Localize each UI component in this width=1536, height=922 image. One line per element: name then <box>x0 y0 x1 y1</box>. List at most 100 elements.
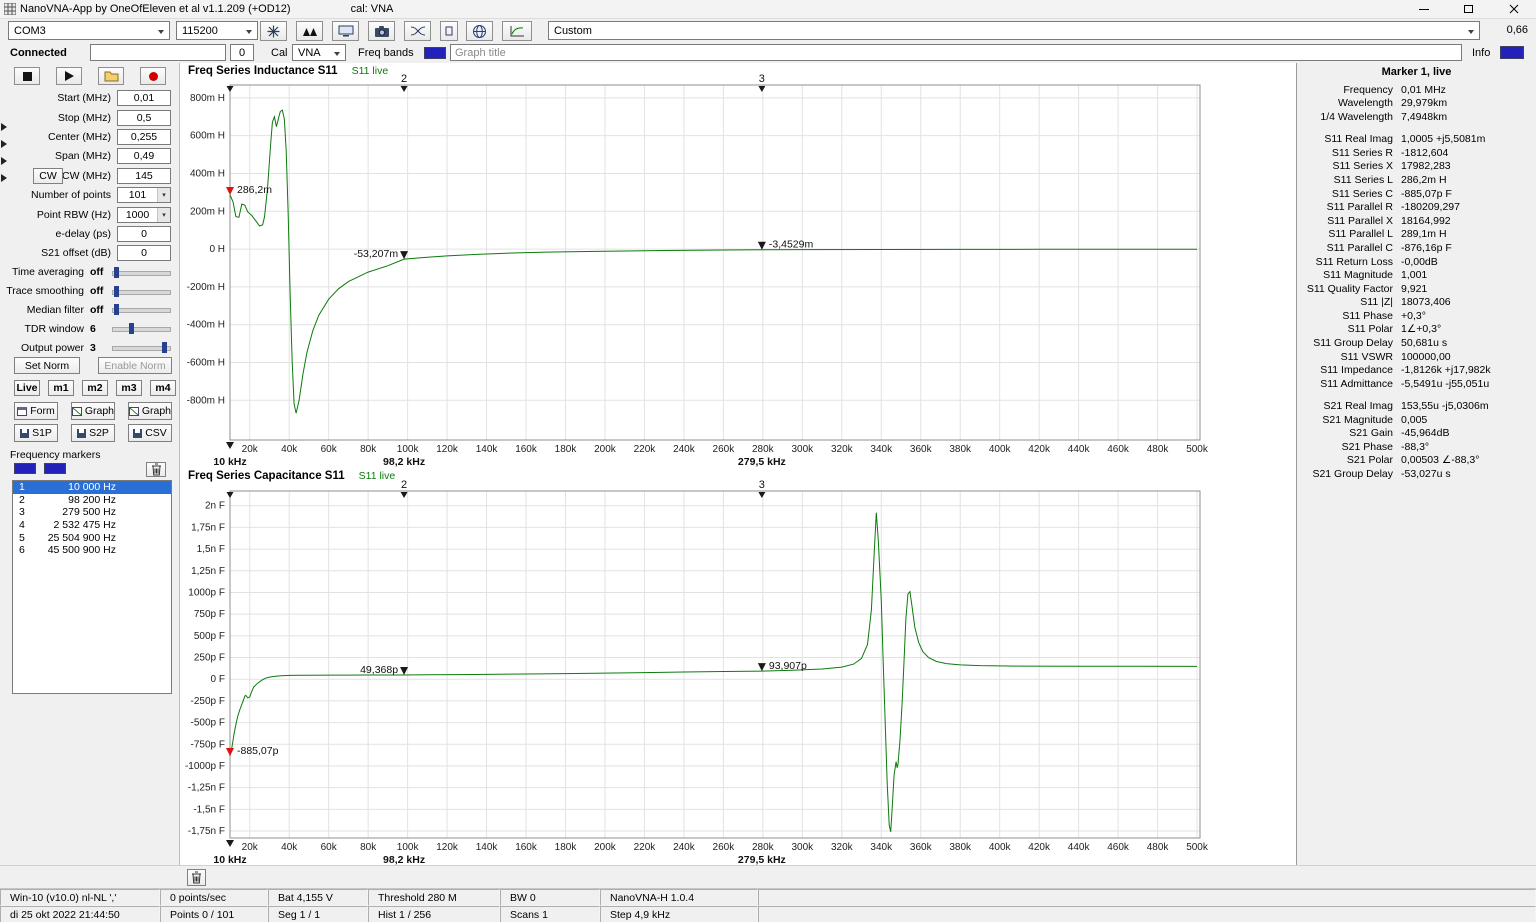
slider[interactable] <box>112 304 171 315</box>
frequency-marker-list[interactable]: 110 000 Hz298 200 Hz3279 500 Hz42 532 47… <box>12 480 172 694</box>
frequency-marker-item[interactable]: 3279 500 Hz <box>13 506 171 519</box>
param-input[interactable]: 0,01 <box>117 90 171 106</box>
capacitance-chart[interactable]: 20k40k60k80k100k120k140k160k180k200k220k… <box>180 468 1296 865</box>
chart-legend: S11 live <box>359 470 396 482</box>
slider-thumb[interactable] <box>114 304 119 315</box>
small-tool-button[interactable] <box>440 21 458 41</box>
cal-count-input[interactable]: 0 <box>230 44 254 61</box>
param-input[interactable]: 0,49 <box>117 148 171 164</box>
slider-label: Time averaging <box>0 266 84 278</box>
chevron-down-icon <box>334 52 340 59</box>
slider-thumb[interactable] <box>129 323 134 334</box>
enable-norm-button[interactable]: Enable Norm <box>98 357 172 374</box>
marker-field-label: S21 Magnitude <box>1297 414 1393 426</box>
view-button-form[interactable]: Form <box>14 402 58 420</box>
graph-axes-button[interactable] <box>502 21 532 41</box>
svg-text:2n F: 2n F <box>205 501 225 512</box>
svg-text:460k: 460k <box>1107 444 1130 455</box>
trace-button-m4[interactable]: m4 <box>150 380 176 396</box>
slider-value: 6 <box>84 323 112 335</box>
graph-title-input[interactable]: Graph title <box>450 44 1462 61</box>
file-button-s1p[interactable]: S1P <box>14 424 58 442</box>
cal-mode-select[interactable]: VNA <box>292 44 346 61</box>
freq-bands-color-swatch[interactable] <box>424 47 446 59</box>
marker-color-swatch[interactable] <box>14 463 36 474</box>
split-arrows-button[interactable] <box>404 21 431 41</box>
open-folder-button[interactable] <box>98 67 124 85</box>
slider-thumb[interactable] <box>162 342 167 353</box>
close-button[interactable] <box>1491 0 1536 19</box>
connected-input[interactable] <box>90 44 226 61</box>
param-input[interactable]: 0,255 <box>117 129 171 145</box>
trace-button-live[interactable]: Live <box>14 380 40 396</box>
screenshot-button[interactable] <box>368 21 395 41</box>
preset-select[interactable]: Custom <box>548 21 1480 40</box>
graph-area: Freq Series Inductance S11 S11 live 20k4… <box>180 63 1296 865</box>
snowflake-button[interactable] <box>260 21 287 41</box>
slider-thumb[interactable] <box>114 286 119 297</box>
status-cell <box>758 889 1536 906</box>
param-input[interactable]: 0 <box>117 245 171 261</box>
frequency-marker-item[interactable]: 525 504 900 Hz <box>13 531 171 544</box>
frequency-marker-item[interactable]: 298 200 Hz <box>13 494 171 507</box>
minimize-button[interactable] <box>1401 0 1446 19</box>
marker-readout-row: S11 Parallel X18164,992 <box>1297 214 1536 228</box>
param-select[interactable]: 1000▾ <box>117 207 171 223</box>
com-port-select[interactable]: COM3 <box>8 21 170 40</box>
svg-text:1000p F: 1000p F <box>188 587 225 598</box>
marker-readout-row: S21 Gain-45,964dB <box>1297 426 1536 440</box>
small-tool-icon <box>445 26 453 36</box>
slider[interactable] <box>112 267 171 278</box>
svg-text:380k: 380k <box>949 842 972 853</box>
param-select[interactable]: 101▾ <box>117 187 171 203</box>
frequency-marker-item[interactable]: 110 000 Hz <box>13 481 171 494</box>
globe-button[interactable] <box>466 21 493 41</box>
baud-rate-select[interactable]: 115200 <box>176 21 258 40</box>
trace-button-m1[interactable]: m1 <box>48 380 74 396</box>
clear-graphs-button[interactable] <box>187 869 206 886</box>
record-button[interactable] <box>140 67 166 85</box>
trace-buttons: Live m1 m2 m3 m4 <box>14 380 176 396</box>
chevron-down-icon <box>1468 30 1474 37</box>
marker-field-value: -1,8126k +j17,982k <box>1401 364 1491 376</box>
param-input[interactable]: 145 <box>117 168 171 184</box>
maximize-button[interactable] <box>1446 0 1491 19</box>
status-cell: Points 0 / 101 <box>160 906 268 922</box>
svg-text:220k: 220k <box>634 842 657 853</box>
up-arrows-button[interactable] <box>296 21 323 41</box>
delete-markers-button[interactable] <box>146 462 166 477</box>
marker-color-swatch[interactable] <box>44 463 66 474</box>
file-button-s2p[interactable]: S2P <box>71 424 115 442</box>
slider-thumb[interactable] <box>114 267 119 278</box>
slider-label: TDR window <box>0 323 84 335</box>
set-norm-button[interactable]: Set Norm <box>14 357 80 374</box>
svg-text:2: 2 <box>401 479 407 491</box>
stop-button[interactable] <box>14 67 40 85</box>
marker-field-value: -53,027u s <box>1401 468 1451 480</box>
app-icon <box>4 3 16 15</box>
view-button-graph[interactable]: Graph <box>128 402 172 420</box>
view-button-graph[interactable]: Graph <box>71 402 115 420</box>
frequency-marker-item[interactable]: 645 500 900 Hz <box>13 544 171 557</box>
cw-button[interactable]: CW <box>33 168 63 184</box>
svg-text:40k: 40k <box>281 842 298 853</box>
svg-text:10 kHz: 10 kHz <box>213 456 246 468</box>
play-button[interactable] <box>56 67 82 85</box>
slider[interactable] <box>112 323 171 334</box>
trace-button-m3[interactable]: m3 <box>116 380 142 396</box>
file-button-csv[interactable]: CSV <box>128 424 172 442</box>
param-input[interactable]: 0 <box>117 226 171 242</box>
info-color-swatch[interactable] <box>1500 46 1524 59</box>
close-icon <box>1509 4 1519 14</box>
trace-button-m2[interactable]: m2 <box>82 380 108 396</box>
slider-row: TDR window6 <box>0 319 171 338</box>
slider[interactable] <box>112 342 171 353</box>
display-button[interactable] <box>332 21 359 41</box>
frequency-marker-item[interactable]: 42 532 475 Hz <box>13 519 171 532</box>
svg-text:1,5n F: 1,5n F <box>197 544 225 555</box>
slider[interactable] <box>112 286 171 297</box>
svg-text:60k: 60k <box>321 842 338 853</box>
inductance-chart[interactable]: 20k40k60k80k100k120k140k160k180k200k220k… <box>180 63 1296 468</box>
param-input[interactable]: 0,5 <box>117 110 171 126</box>
marker-field-label: S11 VSWR <box>1297 351 1393 363</box>
